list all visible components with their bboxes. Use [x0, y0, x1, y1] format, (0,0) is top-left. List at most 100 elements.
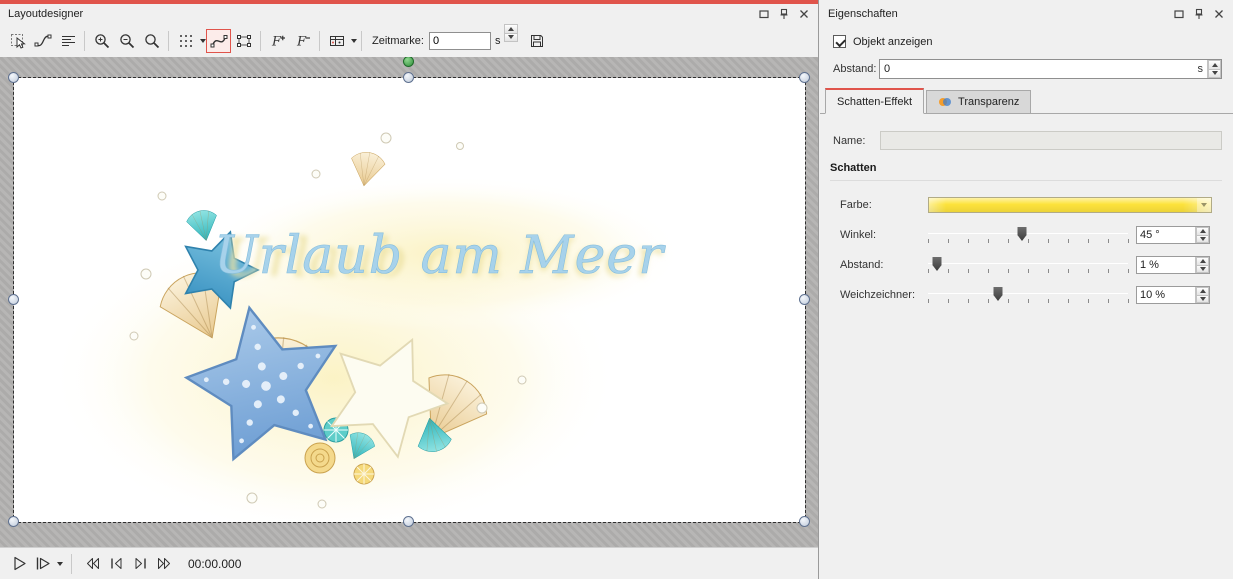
toolbar-separator	[319, 31, 320, 51]
slider-track	[928, 233, 1128, 234]
transparency-icon	[938, 95, 952, 109]
weichzeichner-slider[interactable]	[928, 285, 1128, 305]
shadow-color-swatch[interactable]	[928, 197, 1212, 213]
spinner-up-icon[interactable]	[1196, 287, 1209, 296]
zoom-reset-icon	[143, 32, 161, 50]
shadow-abstand-spinner	[1195, 257, 1209, 273]
winkel-slider[interactable]	[928, 225, 1128, 245]
name-row: Name:	[833, 131, 1222, 150]
effect-decrease-button[interactable]: F	[290, 29, 315, 53]
object-abstand-field[interactable]: 0 s	[879, 59, 1222, 79]
selection-handle-bottom-left[interactable]	[8, 516, 19, 527]
toolbar-separator	[361, 31, 362, 51]
tab-transparenz[interactable]: Transparenz	[926, 90, 1031, 114]
selection-handle-top-left[interactable]	[8, 72, 19, 83]
play-from-cursor-button[interactable]	[31, 552, 55, 576]
window-controls	[757, 8, 810, 21]
shadow-abstand-label: Abstand:	[840, 259, 928, 271]
eigenschaften-panel: Eigenschaften Objekt anzeigen Abstand: 0	[820, 0, 1233, 579]
name-input[interactable]	[880, 131, 1222, 150]
schatten-section-header: Schatten	[830, 162, 1222, 181]
close-button[interactable]	[797, 8, 810, 21]
winkel-spinner	[1195, 227, 1209, 243]
selection-handle-top-right[interactable]	[799, 72, 810, 83]
skip-end-icon	[155, 554, 174, 573]
step-forward-button[interactable]	[128, 552, 152, 576]
skip-start-button[interactable]	[80, 552, 104, 576]
shadow-abstand-value-field[interactable]: 1 %	[1136, 256, 1210, 274]
zoom-in-button[interactable]	[89, 29, 114, 53]
winkel-value: 45 °	[1137, 229, 1195, 241]
panel-title: Layoutdesigner	[8, 8, 757, 20]
step-back-icon	[107, 554, 126, 573]
color-dropdown-button[interactable]	[1197, 198, 1211, 212]
selection-handle-left[interactable]	[8, 294, 19, 305]
keyframe-dropdown-caret-icon[interactable]	[351, 39, 357, 43]
transform-tool-button[interactable]	[231, 29, 256, 53]
effect-increase-icon: F	[269, 32, 287, 50]
motion-path-tool-button[interactable]	[206, 29, 231, 53]
object-abstand-unit: s	[1198, 63, 1204, 75]
weichzeichner-value-field[interactable]: 10 %	[1136, 286, 1210, 304]
selection-handle-bottom[interactable]	[403, 516, 414, 527]
show-object-checkbox[interactable]	[833, 35, 846, 48]
align-tool-button[interactable]	[55, 29, 80, 53]
selection-handle-bottom-right[interactable]	[799, 516, 810, 527]
pin-button[interactable]	[1192, 8, 1205, 21]
rotate-handle[interactable]	[403, 57, 414, 67]
effect-increase-button[interactable]: F	[265, 29, 290, 53]
spinner-down-icon[interactable]	[1196, 236, 1209, 244]
spinner-down-icon[interactable]	[1208, 70, 1221, 79]
selection-handle-right[interactable]	[799, 294, 810, 305]
grid-button[interactable]	[173, 29, 198, 53]
step-back-button[interactable]	[104, 552, 128, 576]
keyframe-table-button[interactable]	[324, 29, 349, 53]
spinner-up-icon[interactable]	[1196, 227, 1209, 236]
zoom-reset-button[interactable]	[139, 29, 164, 53]
zeitmarke-unit: s	[495, 35, 501, 47]
spinner-down-icon[interactable]	[504, 34, 518, 43]
playback-bar: 00:00.000	[0, 547, 818, 579]
select-tool-button[interactable]	[5, 29, 30, 53]
winkel-value-field[interactable]: 45 °	[1136, 226, 1210, 244]
zoom-out-icon	[118, 32, 136, 50]
playback-time: 00:00.000	[188, 557, 241, 571]
spinner-down-icon[interactable]	[1196, 296, 1209, 304]
play-button[interactable]	[7, 552, 31, 576]
slider-ticks	[928, 299, 1129, 303]
layout-canvas[interactable]: Urlaub am Meer Urlaub am Meer	[0, 57, 818, 547]
path-edit-icon	[34, 32, 52, 50]
slider-ticks	[928, 239, 1129, 243]
tab-schatten-effekt[interactable]: Schatten-Effekt	[825, 88, 924, 114]
save-button[interactable]	[524, 29, 549, 53]
slider-track	[928, 293, 1128, 294]
spinner-up-icon[interactable]	[1208, 60, 1221, 70]
play-options-caret-icon[interactable]	[57, 562, 63, 566]
shadow-abstand-value: 1 %	[1137, 259, 1195, 271]
layout-toolbar: F F Zeitmarke: s	[0, 24, 818, 57]
skip-end-button[interactable]	[152, 552, 176, 576]
weichzeichner-label: Weichzeichner:	[840, 289, 928, 301]
spinner-down-icon[interactable]	[1196, 266, 1209, 274]
shadow-abstand-slider[interactable]	[928, 255, 1128, 275]
pin-button[interactable]	[777, 8, 790, 21]
selection-handle-top[interactable]	[403, 72, 414, 83]
align-icon	[59, 32, 77, 50]
float-button[interactable]	[1172, 8, 1185, 21]
pin-icon	[1193, 8, 1205, 20]
path-edit-tool-button[interactable]	[30, 29, 55, 53]
slide-caption: Urlaub am Meer	[214, 226, 666, 286]
zoom-in-icon	[93, 32, 111, 50]
zeitmarke-input[interactable]	[429, 32, 491, 50]
slide-object[interactable]: Urlaub am Meer Urlaub am Meer	[14, 78, 805, 522]
save-icon	[528, 32, 546, 50]
spinner-up-icon[interactable]	[1196, 257, 1209, 266]
close-button[interactable]	[1212, 8, 1225, 21]
zoom-out-button[interactable]	[114, 29, 139, 53]
float-button[interactable]	[757, 8, 770, 21]
farbe-label: Farbe:	[840, 199, 928, 211]
winkel-label: Winkel:	[840, 229, 928, 241]
slide-image: Urlaub am Meer Urlaub am Meer	[14, 78, 805, 522]
spinner-up-icon[interactable]	[504, 24, 518, 34]
zeitmarke-label: Zeitmarke:	[372, 35, 424, 47]
